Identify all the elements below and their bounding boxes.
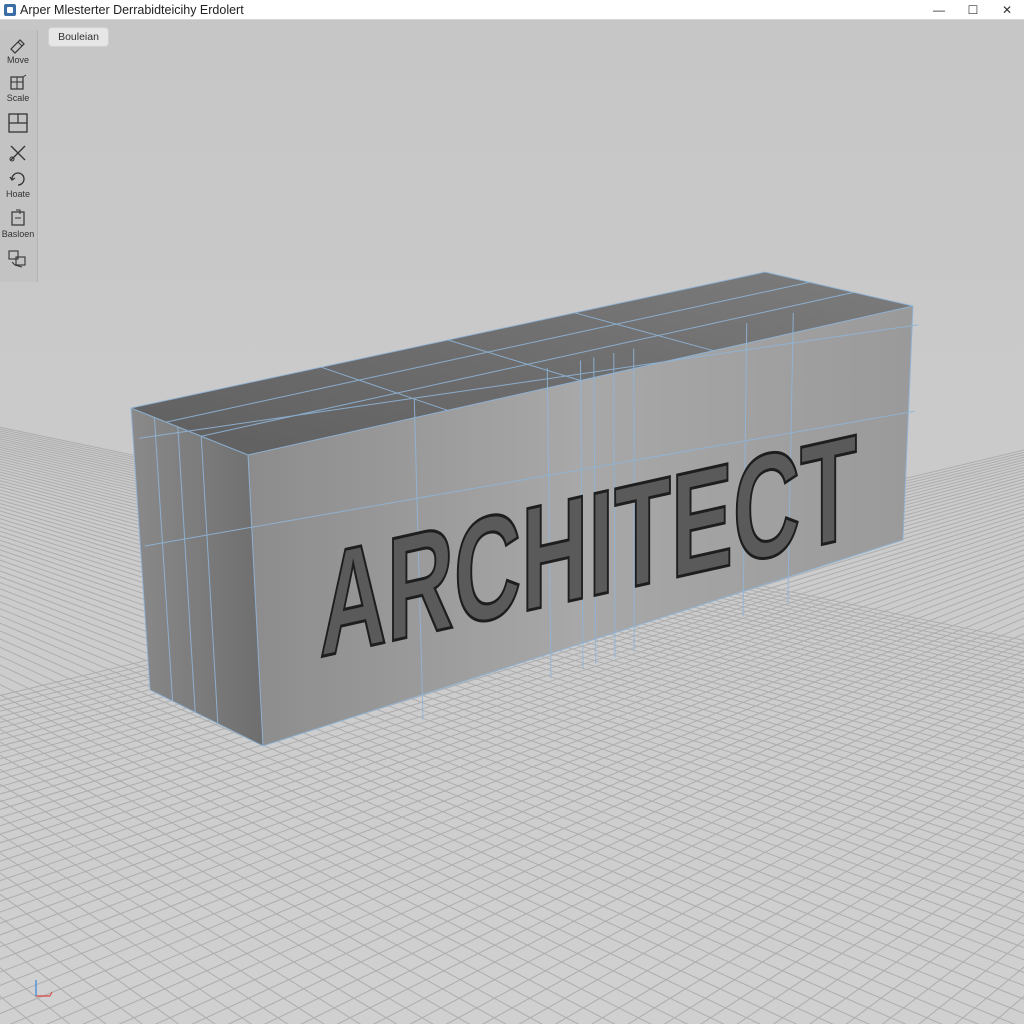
boolean-tool-label: Basloen xyxy=(1,229,35,239)
scale-tool-button[interactable]: Scale xyxy=(0,74,36,103)
rotate-tool-button[interactable]: Hoate xyxy=(0,170,36,199)
group-icon xyxy=(8,250,26,268)
boolean-tool-button[interactable]: Basloen xyxy=(0,208,36,239)
left-toolbar: Move Scale Hoate Basloen xyxy=(0,30,38,282)
title-bar: Arper Mlesterter Derrabidteicihy Erdoler… xyxy=(0,0,1024,20)
group-tool-button[interactable] xyxy=(0,248,36,270)
viewport-canvas[interactable]: ARCHITECT xyxy=(0,20,1024,1024)
app-icon xyxy=(4,3,16,16)
cut-tool-button[interactable] xyxy=(0,142,36,164)
scale-tool-label: Scale xyxy=(6,93,30,103)
window-title: Arper Mlesterter Derrabidteicihy Erdoler… xyxy=(20,2,244,17)
window-controls: — ☐ ✕ xyxy=(922,0,1024,20)
x-axis-tip xyxy=(49,991,53,997)
rotate-tool-label: Hoate xyxy=(5,189,31,199)
viewport-3d[interactable]: ARCHITECT xyxy=(0,20,1024,1024)
axis-gizmo xyxy=(35,980,53,997)
split-tool-button[interactable] xyxy=(0,112,36,134)
boolean-mode-chip[interactable]: Bouleian xyxy=(48,27,109,47)
minimize-button[interactable]: — xyxy=(922,0,956,20)
boolean-icon xyxy=(11,209,25,226)
move-icon xyxy=(10,39,25,54)
close-button[interactable]: ✕ xyxy=(990,0,1024,20)
scale-icon xyxy=(10,74,27,90)
split-view-icon xyxy=(8,113,28,133)
cut-icon xyxy=(9,145,26,162)
move-tool-button[interactable]: Move xyxy=(0,36,36,65)
maximize-button[interactable]: ☐ xyxy=(956,0,990,20)
rotate-icon xyxy=(9,172,25,186)
move-tool-label: Move xyxy=(6,55,29,65)
